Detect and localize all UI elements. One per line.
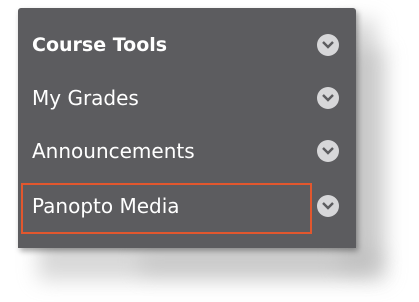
highlight-box: [21, 183, 312, 234]
chevron-down-icon[interactable]: [317, 195, 339, 217]
screenshot-stage: Course Tools My Grades Announcements Pan…: [0, 0, 419, 302]
chevron-down-icon[interactable]: [317, 140, 339, 162]
menu-section-label: Course Tools: [32, 34, 168, 56]
menu-item-my-grades[interactable]: My Grades: [18, 70, 356, 126]
menu-item-label: Announcements: [32, 139, 195, 163]
chevron-down-icon[interactable]: [317, 34, 339, 56]
menu-item-label: My Grades: [32, 86, 139, 110]
menu-item-announcements[interactable]: Announcements: [18, 123, 356, 179]
menu-section-course-tools[interactable]: Course Tools: [18, 17, 356, 73]
chevron-down-icon[interactable]: [317, 87, 339, 109]
